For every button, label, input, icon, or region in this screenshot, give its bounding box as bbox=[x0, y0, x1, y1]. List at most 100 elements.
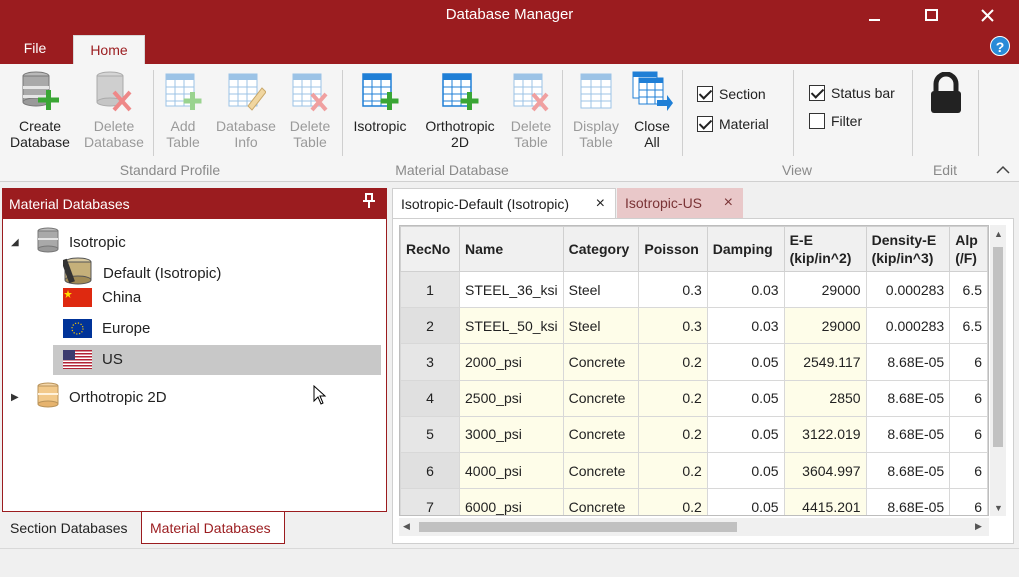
cell-category[interactable]: Steel bbox=[562, 270, 640, 309]
header-density-e[interactable]: Density-E (kip/in^3) bbox=[865, 226, 951, 272]
pin-icon[interactable] bbox=[362, 189, 376, 219]
cell-recno[interactable]: 5 bbox=[400, 415, 461, 453]
cell-name[interactable]: 6000_psi bbox=[459, 488, 564, 515]
collapsed-arrow-icon[interactable]: ▶ bbox=[11, 392, 25, 403]
horizontal-scroll-thumb[interactable] bbox=[419, 522, 737, 532]
tree-node-us[interactable]: US bbox=[63, 350, 123, 369]
tree-node-china[interactable]: China bbox=[63, 288, 141, 307]
cell-e-e[interactable]: 29000 bbox=[783, 307, 867, 345]
cell-recno[interactable]: 7 bbox=[400, 488, 461, 515]
cell-name[interactable]: STEEL_36_ksi bbox=[459, 270, 564, 309]
orthotropic-2d-button[interactable]: Orthotropic 2D bbox=[418, 70, 502, 150]
cell-category[interactable]: Concrete bbox=[562, 343, 640, 381]
table-row[interactable]: 1 STEEL_36_ksi Steel 0.3 0.03 29000 0.00… bbox=[400, 270, 988, 309]
cell-damping[interactable]: 0.05 bbox=[706, 379, 785, 417]
tab-section-databases[interactable]: Section Databases bbox=[2, 512, 140, 544]
close-all-button[interactable]: Close All bbox=[628, 70, 676, 150]
cell-category[interactable]: Concrete bbox=[562, 451, 640, 490]
horizontal-scrollbar[interactable]: ◀ ▶ bbox=[399, 518, 989, 536]
minimize-button[interactable] bbox=[852, 0, 898, 30]
cell-poisson[interactable]: 0.3 bbox=[638, 307, 708, 345]
close-button[interactable] bbox=[964, 0, 1010, 30]
delete-table-standard-button[interactable]: Delete Table bbox=[284, 70, 336, 150]
cell-alpha[interactable]: 6 bbox=[949, 451, 988, 490]
cell-alpha[interactable]: 6 bbox=[949, 343, 988, 381]
close-tab-icon[interactable]: × bbox=[724, 188, 733, 218]
view-status-bar-checkbox[interactable]: Status bar bbox=[809, 85, 895, 101]
tree-node-default[interactable]: Default (Isotropic) bbox=[61, 257, 221, 289]
cell-alpha[interactable]: 6.5 bbox=[949, 270, 988, 309]
table-row[interactable]: 2 STEEL_50_ksi Steel 0.3 0.03 29000 0.00… bbox=[400, 307, 988, 345]
tree-node-isotropic[interactable]: ◢ Isotropic bbox=[11, 227, 126, 257]
cell-damping[interactable]: 0.03 bbox=[706, 307, 785, 345]
cell-e-e[interactable]: 29000 bbox=[783, 270, 867, 309]
collapse-ribbon-button[interactable] bbox=[996, 162, 1010, 178]
edit-lock-button[interactable] bbox=[920, 72, 972, 120]
cell-recno[interactable]: 6 bbox=[400, 451, 461, 490]
cell-damping[interactable]: 0.03 bbox=[706, 270, 785, 309]
table-row[interactable]: 4 2500_psi Concrete 0.2 0.05 2850 8.68E-… bbox=[400, 379, 988, 417]
cell-damping[interactable]: 0.05 bbox=[706, 488, 785, 515]
header-alpha[interactable]: Alp (/F) bbox=[949, 226, 988, 272]
delete-database-button[interactable]: Delete Database bbox=[78, 70, 150, 150]
cell-name[interactable]: 2000_psi bbox=[459, 343, 564, 381]
cell-alpha[interactable]: 6 bbox=[949, 379, 988, 417]
cell-name[interactable]: 3000_psi bbox=[459, 415, 564, 453]
cell-poisson[interactable]: 0.2 bbox=[638, 415, 708, 453]
cell-category[interactable]: Concrete bbox=[562, 379, 640, 417]
display-table-button[interactable]: Display Table bbox=[568, 70, 624, 150]
cell-alpha[interactable]: 6 bbox=[949, 415, 988, 453]
tree-node-orthotropic[interactable]: ▶ Orthotropic 2D bbox=[11, 382, 167, 412]
expanded-arrow-icon[interactable]: ◢ bbox=[11, 237, 25, 248]
table-row[interactable]: 3 2000_psi Concrete 0.2 0.05 2549.117 8.… bbox=[400, 343, 988, 381]
help-icon[interactable]: ? bbox=[990, 36, 1010, 56]
header-recno[interactable]: RecNo bbox=[400, 226, 461, 272]
vertical-scrollbar[interactable]: ▲ ▼ bbox=[990, 225, 1006, 516]
cell-name[interactable]: STEEL_50_ksi bbox=[459, 307, 564, 345]
cell-recno[interactable]: 2 bbox=[400, 307, 461, 345]
cell-density[interactable]: 8.68E-05 bbox=[865, 415, 951, 453]
tab-material-databases[interactable]: Material Databases bbox=[141, 512, 285, 544]
cell-density[interactable]: 8.68E-05 bbox=[865, 379, 951, 417]
cell-poisson[interactable]: 0.3 bbox=[638, 270, 708, 309]
cell-poisson[interactable]: 0.2 bbox=[638, 343, 708, 381]
scroll-up-icon[interactable]: ▲ bbox=[994, 229, 1003, 239]
create-database-button[interactable]: Create Database bbox=[6, 70, 74, 150]
cell-recno[interactable]: 4 bbox=[400, 379, 461, 417]
cell-e-e[interactable]: 2549.117 bbox=[783, 343, 867, 381]
table-row[interactable]: 7 6000_psi Concrete 0.2 0.05 4415.201 8.… bbox=[400, 488, 988, 515]
database-info-button[interactable]: Database Info bbox=[212, 70, 280, 150]
add-table-button[interactable]: Add Table bbox=[158, 70, 208, 150]
scroll-left-icon[interactable]: ◀ bbox=[403, 521, 410, 532]
cell-name[interactable]: 4000_psi bbox=[459, 451, 564, 490]
delete-table-material-button[interactable]: Delete Table bbox=[506, 70, 556, 150]
isotropic-button[interactable]: Isotropic bbox=[348, 70, 412, 134]
cell-density[interactable]: 0.000283 bbox=[865, 307, 951, 345]
cell-damping[interactable]: 0.05 bbox=[706, 343, 785, 381]
close-tab-icon[interactable]: × bbox=[596, 189, 605, 219]
view-section-checkbox[interactable]: Section bbox=[697, 86, 766, 102]
cell-alpha[interactable]: 6.5 bbox=[949, 307, 988, 345]
scroll-down-icon[interactable]: ▼ bbox=[994, 503, 1003, 513]
cell-category[interactable]: Concrete bbox=[562, 488, 640, 515]
cell-e-e[interactable]: 3604.997 bbox=[783, 451, 867, 490]
cell-e-e[interactable]: 2850 bbox=[783, 379, 867, 417]
cell-name[interactable]: 2500_psi bbox=[459, 379, 564, 417]
doc-tab-isotropic-default[interactable]: Isotropic-Default (Isotropic) × bbox=[392, 188, 616, 218]
cell-damping[interactable]: 0.05 bbox=[706, 415, 785, 453]
cell-poisson[interactable]: 0.2 bbox=[638, 379, 708, 417]
header-damping[interactable]: Damping bbox=[706, 226, 785, 272]
header-e-e[interactable]: E-E (kip/in^2) bbox=[783, 226, 867, 272]
cell-density[interactable]: 8.68E-05 bbox=[865, 488, 951, 515]
cell-poisson[interactable]: 0.2 bbox=[638, 488, 708, 515]
header-category[interactable]: Category bbox=[562, 226, 640, 272]
cell-density[interactable]: 8.68E-05 bbox=[865, 451, 951, 490]
cell-density[interactable]: 0.000283 bbox=[865, 270, 951, 309]
cell-density[interactable]: 8.68E-05 bbox=[865, 343, 951, 381]
cell-poisson[interactable]: 0.2 bbox=[638, 451, 708, 490]
header-poisson[interactable]: Poisson bbox=[638, 226, 708, 272]
tab-file[interactable]: File bbox=[12, 40, 58, 56]
cell-category[interactable]: Concrete bbox=[562, 415, 640, 453]
vertical-scroll-thumb[interactable] bbox=[993, 247, 1003, 447]
cell-recno[interactable]: 3 bbox=[400, 343, 461, 381]
